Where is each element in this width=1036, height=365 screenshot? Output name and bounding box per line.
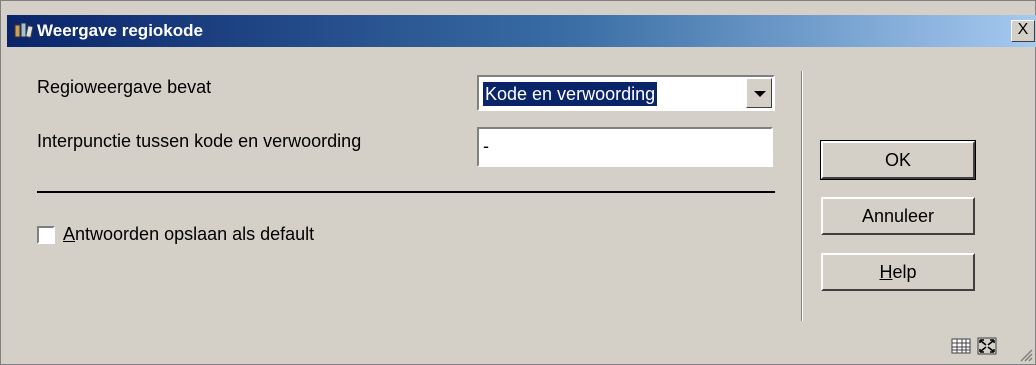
vertical-divider: [801, 71, 803, 321]
horizontal-divider: [37, 191, 775, 193]
window-title: Weergave regiokode: [37, 21, 203, 40]
dialog-window: Weergave regiokode X Regioweergave bevat…: [0, 0, 1036, 365]
chevron-down-icon[interactable]: [746, 78, 772, 108]
help-button[interactable]: Help: [821, 253, 975, 291]
cancel-button[interactable]: Annuleer: [821, 197, 975, 235]
default-checkbox-label[interactable]: Antwoorden opslaan als default: [63, 224, 314, 245]
close-button[interactable]: X: [1011, 20, 1035, 42]
regio-select[interactable]: Kode en verwoording: [477, 75, 775, 111]
interpunctie-label: Interpunctie tussen kode en verwoording: [37, 131, 362, 151]
default-checkbox[interactable]: [37, 226, 55, 244]
regio-select-value: Kode en verwoording: [483, 82, 658, 106]
ok-button[interactable]: OK: [820, 140, 976, 180]
books-icon: [14, 22, 34, 39]
title-bar[interactable]: Weergave regiokode X: [7, 15, 1036, 47]
interpunctie-input[interactable]: -: [477, 127, 773, 167]
grid-icon[interactable]: [951, 337, 971, 355]
resize-grip-icon[interactable]: [1017, 346, 1033, 362]
maximize-icon[interactable]: [977, 337, 997, 355]
regio-label: Regioweergave bevat: [37, 77, 212, 97]
